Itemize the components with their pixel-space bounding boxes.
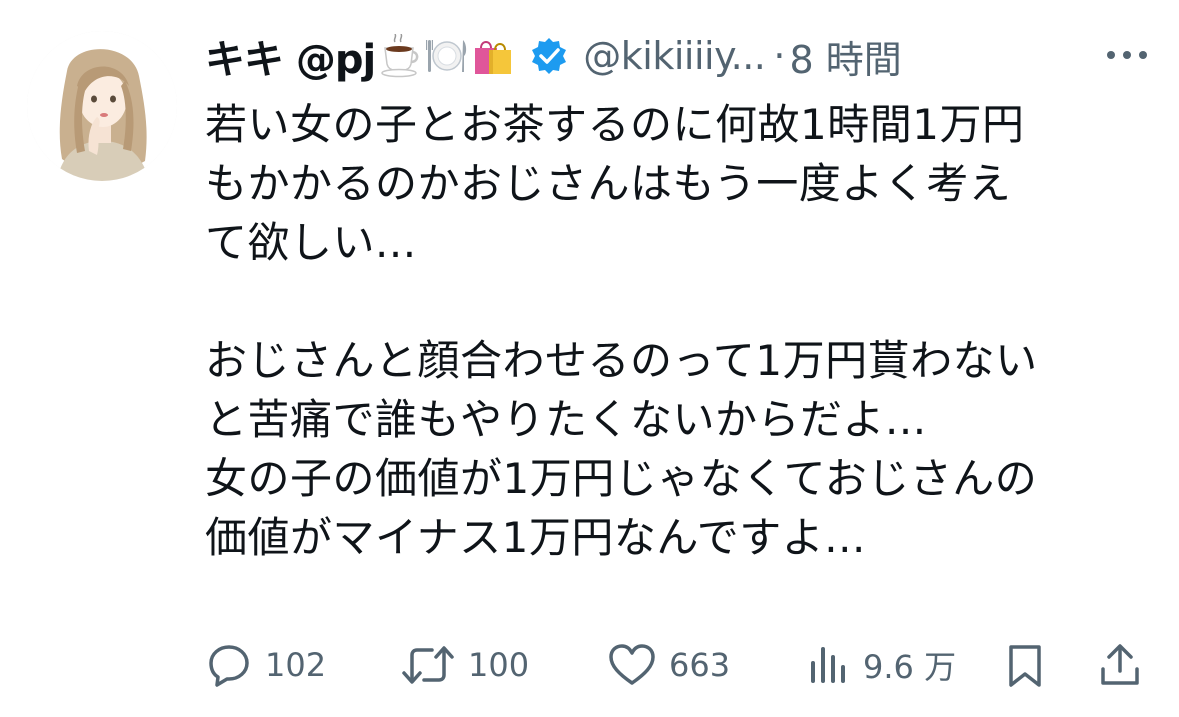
heart-icon xyxy=(609,644,655,685)
tweet[interactable]: キキ @pj @kikiiiiy... · 8 時間 若い女の子とお茶するのに何… xyxy=(0,0,1179,717)
tweet-text: 若い女の子とお茶するのに何故1時間1万円 もかかるのかおじさんはもう一度よく考え… xyxy=(205,95,1155,567)
tweet-text-line: 価値がマイナス1万円なんですよ... xyxy=(205,513,866,562)
bookmark-button[interactable] xyxy=(1005,633,1045,697)
reply-count: 102 xyxy=(265,646,327,684)
tweet-text-line: と苦痛で誰もやりたくないからだよ... xyxy=(205,395,927,444)
tweet-text-line: 若い女の子とお茶するのに何故1時間1万円 xyxy=(205,100,1025,149)
display-name[interactable]: キキ @pj xyxy=(205,27,376,85)
reply-icon xyxy=(209,645,249,687)
more-options-icon[interactable] xyxy=(1105,48,1149,62)
timestamp[interactable]: 8 時間 xyxy=(789,29,901,84)
reply-button[interactable]: 102 xyxy=(205,633,326,697)
views-count: 9.6 万 xyxy=(863,648,957,686)
like-count: 663 xyxy=(669,646,731,684)
like-button[interactable]: 663 xyxy=(607,633,730,697)
avatar[interactable] xyxy=(27,31,177,181)
tweet-text-line: 女の子の価値が1万円じゃなくておじさんの xyxy=(205,454,1038,503)
retweet-button[interactable]: 100 xyxy=(400,633,529,697)
retweet-icon xyxy=(402,646,454,684)
tweet-header: キキ @pj @kikiiiiy... · 8 時間 xyxy=(205,28,1165,84)
retweet-count: 100 xyxy=(468,646,530,684)
tweet-text-line: て欲しい... xyxy=(205,218,417,267)
author-handle[interactable]: @kikiiiiy... xyxy=(583,34,766,78)
tweet-text-line: もかかるのかおじさんはもう一度よく考え xyxy=(205,159,1012,208)
shopping-bags-icon xyxy=(475,41,512,74)
tweet-actions: 102 100 663 9.6 万 xyxy=(205,633,1150,697)
name-emojis xyxy=(379,34,515,78)
plate-fork-knife-icon xyxy=(426,40,467,72)
share-button[interactable] xyxy=(1098,633,1142,697)
views-chart-icon xyxy=(811,647,845,683)
avatar-illustration xyxy=(27,31,177,181)
verified-badge-icon xyxy=(532,38,567,74)
coffee-icon xyxy=(381,34,419,78)
share-icon xyxy=(1101,644,1139,685)
bookmark-icon xyxy=(1009,645,1041,687)
views-button[interactable]: 9.6 万 xyxy=(807,633,956,697)
separator-dot: · xyxy=(773,34,786,78)
tweet-text-line: おじさんと顔合わせるのって1万円貰わない xyxy=(205,336,1038,385)
